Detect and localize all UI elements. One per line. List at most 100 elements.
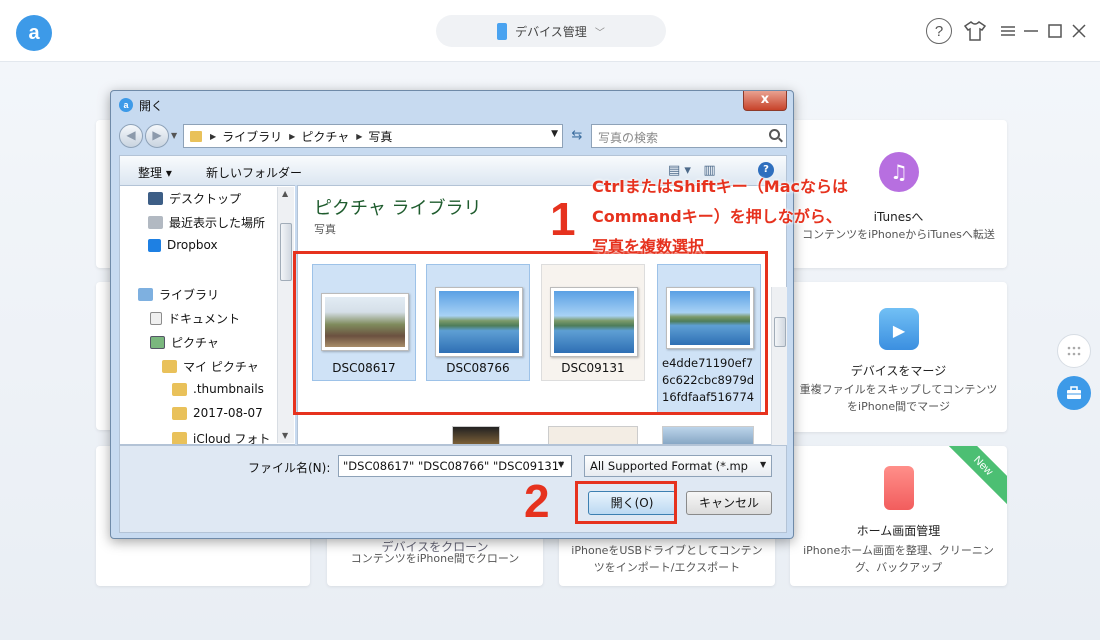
card-desc: iPhoneをUSBドライブとしてコンテンツをインポート/エクスポート xyxy=(571,544,763,574)
minimize-button[interactable] xyxy=(1023,18,1039,44)
nav-item-recent[interactable]: 最近表示した場所 xyxy=(148,214,265,231)
breadcrumb-photos[interactable]: 写真 xyxy=(368,128,392,145)
nav-item-my-pictures[interactable]: マイ ピクチャ xyxy=(162,358,259,375)
folder-icon xyxy=(190,130,202,142)
forward-button[interactable]: ▶ xyxy=(145,124,169,148)
close-icon xyxy=(1072,24,1086,38)
navigation-scrollbar[interactable]: ▲ ▼ xyxy=(277,187,294,443)
nav-arrows: ◀ ▶ ▼ xyxy=(119,124,179,148)
nav-item-label: デスクトップ xyxy=(169,192,242,206)
nav-item-dropbox[interactable]: Dropbox xyxy=(148,238,218,252)
home-screen-icon xyxy=(883,466,914,510)
address-bar[interactable]: ▶ ライブラリ ▶ ピクチャ ▶ 写真 ▼ xyxy=(183,124,563,148)
back-button[interactable]: ◀ xyxy=(119,124,143,148)
instruction-note: CtrlまたはShiftキー（MacならはCommandキー）を押しながら、写真… xyxy=(592,177,848,256)
breadcrumb-library[interactable]: ライブラリ xyxy=(222,128,282,145)
history-dropdown-icon[interactable]: ▼ xyxy=(171,131,177,140)
nav-item-label: .thumbnails xyxy=(193,382,264,396)
maximize-icon xyxy=(1048,24,1062,38)
new-folder-button[interactable]: 新しいフォルダー xyxy=(206,164,302,181)
folder-icon xyxy=(172,382,187,396)
nav-item-library[interactable]: ライブラリ xyxy=(138,286,219,303)
step-number-2: 2 xyxy=(524,475,550,527)
feature-card-merge[interactable]: ▶ デバイスをマージ 重複ファイルをスキップしてコンテンツをiPhone間でマー… xyxy=(790,282,1007,432)
search-input[interactable]: 写真の検索 xyxy=(591,124,787,148)
nav-item-icloud-photos[interactable]: iCloud フォト xyxy=(172,430,271,445)
card-desc: コンテンツをiPhone間でクローン xyxy=(350,552,520,565)
nav-item-2017-08-07[interactable]: 2017-08-07 xyxy=(172,406,263,420)
feature-card-home-screen[interactable]: ホーム画面管理 iPhoneホーム画面を整理、クリーニング、バックアップ New xyxy=(790,446,1007,586)
cancel-button[interactable]: キャンセル xyxy=(686,491,772,515)
nav-item-pictures[interactable]: ピクチャ xyxy=(150,334,219,351)
recent-places-icon xyxy=(148,216,163,229)
chevron-down-icon[interactable]: ▼ xyxy=(558,460,564,469)
photo-image[interactable] xyxy=(548,426,638,444)
card-title: デバイスをマージ xyxy=(850,364,947,378)
address-dropdown-icon[interactable]: ▼ xyxy=(551,129,558,139)
device-selector-label: デバイス管理 xyxy=(515,24,587,39)
menu-icon xyxy=(1001,26,1015,36)
chevron-down-icon: ﹀ xyxy=(594,27,605,39)
maximize-button[interactable] xyxy=(1047,18,1063,44)
new-badge: New xyxy=(940,446,1007,509)
tshirt-icon xyxy=(963,21,987,41)
photo-image[interactable] xyxy=(662,426,754,444)
device-selector[interactable]: デバイス管理 ﹀ xyxy=(436,15,666,47)
refresh-icon[interactable]: ⇆ xyxy=(567,124,587,148)
breadcrumb-separator-icon[interactable]: ▶ xyxy=(289,132,295,141)
scroll-up-icon[interactable]: ▲ xyxy=(282,189,288,198)
card-desc: 重複ファイルをスキップしてコンテンツをiPhone間でマージ xyxy=(799,383,998,413)
close-button[interactable] xyxy=(1071,18,1087,44)
step-number-1: 1 xyxy=(550,193,576,245)
breadcrumb-pictures[interactable]: ピクチャ xyxy=(301,128,349,145)
file-name-input[interactable]: "DSC08617" "DSC08766" "DSC09131" xyxy=(338,455,572,477)
nav-item-label: iCloud フォト xyxy=(193,432,271,445)
nav-item-label: 2017-08-07 xyxy=(193,406,263,420)
help-button[interactable]: ? xyxy=(926,18,952,44)
breadcrumb-separator-icon[interactable]: ▶ xyxy=(356,132,362,141)
library-icon xyxy=(138,288,153,301)
dialog-title: 開く xyxy=(139,99,164,113)
svg-text:♫: ♫ xyxy=(890,160,908,184)
card-title: ホーム画面管理 xyxy=(856,524,941,538)
scroll-thumb[interactable] xyxy=(774,317,786,347)
chevron-down-icon[interactable]: ▼ xyxy=(760,460,766,469)
selection-highlight-box xyxy=(293,251,768,415)
music-note-icon: ♫ xyxy=(878,152,919,192)
nav-item-label: ドキュメント xyxy=(168,312,241,326)
menu-button[interactable] xyxy=(1000,18,1016,44)
open-button-highlight-box xyxy=(575,481,677,524)
dialog-titlebar[interactable]: a 開く x xyxy=(111,91,793,119)
file-name-label: ファイル名(N): xyxy=(248,461,331,475)
pictures-icon xyxy=(150,336,165,349)
dropbox-icon xyxy=(148,238,161,252)
file-type-select[interactable]: All Supported Format (*.mp xyxy=(584,455,772,477)
nav-item-label: Dropbox xyxy=(167,238,218,252)
nav-item-label: 最近表示した場所 xyxy=(169,216,266,230)
document-icon xyxy=(150,312,162,325)
folder-icon xyxy=(172,432,187,444)
app-header: a デバイス管理 ﹀ ? xyxy=(0,0,1100,62)
desktop-icon xyxy=(148,192,163,205)
content-scrollbar[interactable] xyxy=(771,287,787,447)
organize-menu[interactable]: 整理 ▾ xyxy=(138,164,172,181)
nav-item-label: マイ ピクチャ xyxy=(183,360,259,374)
scroll-down-icon[interactable]: ▼ xyxy=(282,431,288,440)
nav-item-documents[interactable]: ドキュメント xyxy=(150,310,240,327)
nav-item-label: ライブラリ xyxy=(159,288,220,302)
folder-icon xyxy=(162,360,177,373)
photo-image[interactable] xyxy=(452,426,500,444)
breadcrumb-separator-icon[interactable]: ▶ xyxy=(210,132,216,141)
library-subtitle: 写真 xyxy=(314,223,336,236)
grid-view-button[interactable] xyxy=(1057,334,1091,368)
nav-item-desktop[interactable]: デスクトップ xyxy=(148,190,241,207)
skin-button[interactable] xyxy=(962,18,988,44)
search-placeholder: 写真の検索 xyxy=(598,131,659,145)
nav-item-thumbnails[interactable]: .thumbnails xyxy=(172,382,264,396)
dialog-close-button[interactable]: x xyxy=(743,91,787,111)
toolkit-button[interactable] xyxy=(1057,376,1091,410)
search-icon xyxy=(769,129,780,140)
scroll-thumb[interactable] xyxy=(280,223,292,281)
file-controls: ファイル名(N): "DSC08617" "DSC08766" "DSC0913… xyxy=(119,445,787,533)
navigation-pane: デスクトップ 最近表示した場所 Dropbox ライブラリ ドキュメント ピクチ… xyxy=(119,185,295,445)
